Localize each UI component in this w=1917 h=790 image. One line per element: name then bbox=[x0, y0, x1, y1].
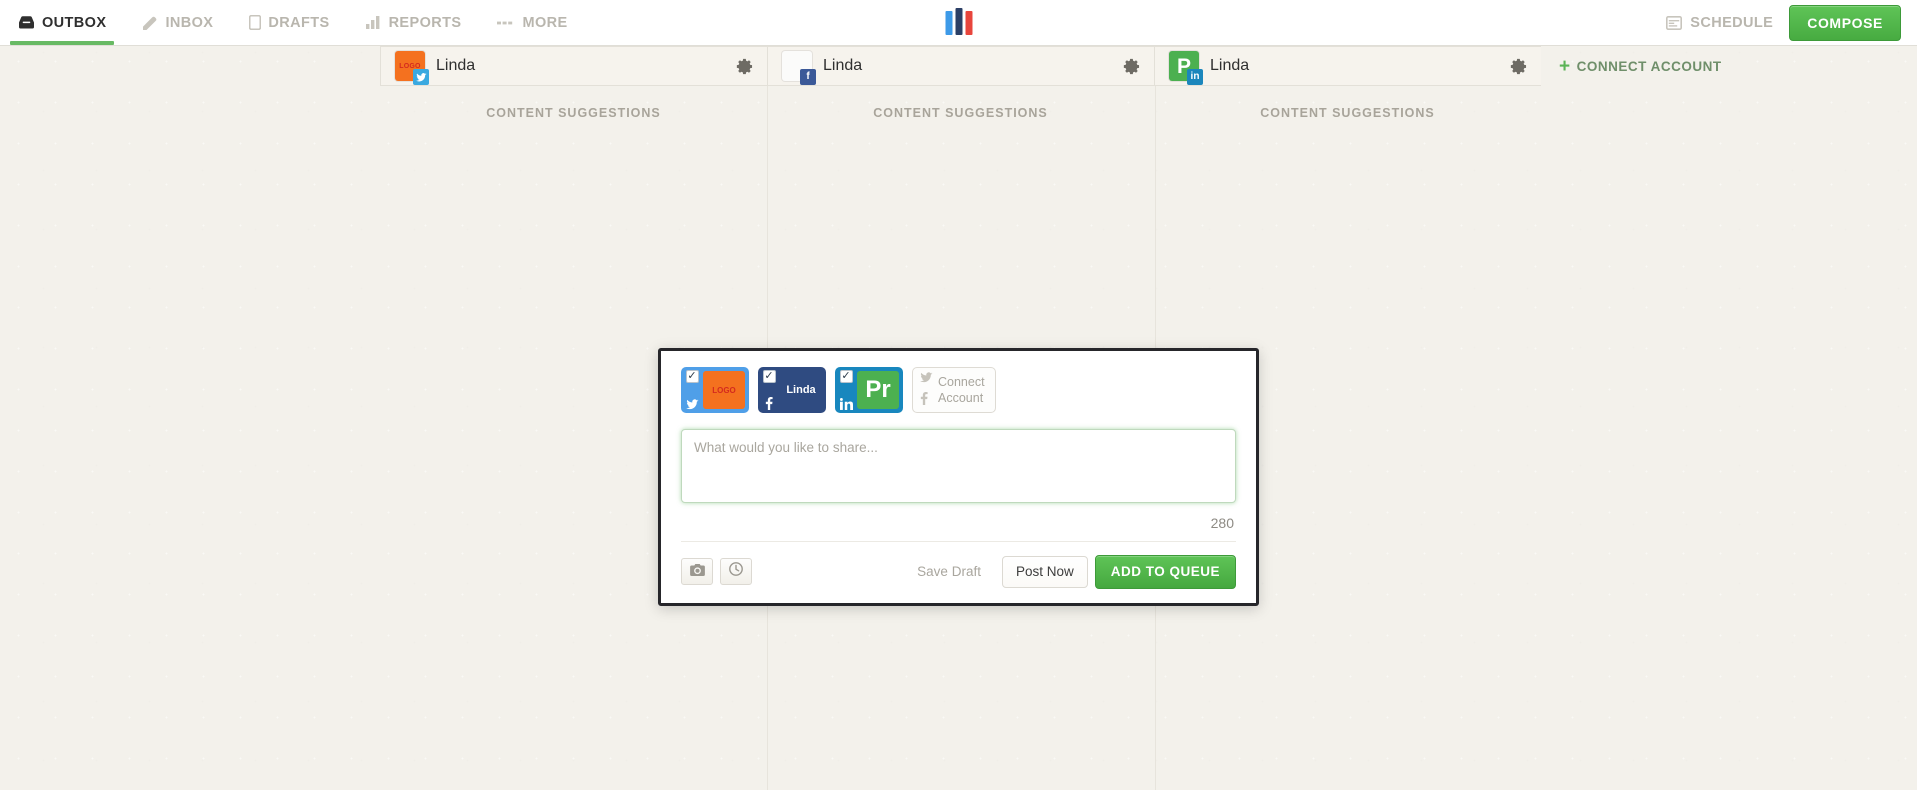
account-name: Linda bbox=[823, 57, 863, 74]
facebook-badge-icon: f bbox=[800, 69, 816, 85]
content-suggestions-label: CONTENT SUGGESTIONS bbox=[1260, 106, 1435, 120]
schedule-label: SCHEDULE bbox=[1690, 14, 1774, 31]
schedule-button[interactable]: SCHEDULE bbox=[1666, 15, 1773, 31]
account-header[interactable]: f Linda bbox=[767, 46, 1154, 86]
nav-item-reports[interactable]: REPORTS bbox=[348, 0, 480, 45]
composer-wrapper: 280 bbox=[681, 429, 1236, 531]
gear-icon[interactable] bbox=[1508, 57, 1527, 76]
facebook-icon bbox=[920, 392, 933, 410]
character-counter: 280 bbox=[1210, 515, 1234, 531]
chip-connect-labels: Connect Account bbox=[938, 375, 985, 406]
chip-rail: ✓ bbox=[681, 367, 703, 413]
chip-avatar: Linda bbox=[780, 371, 822, 409]
primary-nav: OUTBOX INBOX DRAFTS REPORTS MORE bbox=[0, 0, 586, 45]
nav-item-outbox[interactable]: OUTBOX bbox=[0, 0, 124, 45]
logo-bar-navy bbox=[955, 8, 962, 35]
plus-icon: + bbox=[1559, 55, 1571, 77]
chip-avatar-text: LOGO bbox=[712, 385, 736, 395]
account-chip-facebook[interactable]: ✓ Linda bbox=[758, 367, 826, 413]
add-to-queue-button[interactable]: ADD TO QUEUE bbox=[1094, 555, 1236, 589]
more-icon bbox=[497, 20, 515, 26]
nav-label-drafts: DRAFTS bbox=[268, 14, 330, 31]
nav-label-reports: REPORTS bbox=[388, 14, 462, 31]
nav-item-more[interactable]: MORE bbox=[479, 0, 585, 45]
save-draft-button[interactable]: Save Draft bbox=[903, 556, 995, 588]
post-now-button[interactable]: Post Now bbox=[1001, 556, 1088, 588]
top-navigation-bar: OUTBOX INBOX DRAFTS REPORTS MORE SCHEDUL… bbox=[0, 0, 1917, 46]
twitter-icon bbox=[920, 370, 933, 388]
connect-account-button[interactable]: + CONNECT ACCOUNT bbox=[1541, 46, 1722, 86]
outbox-icon bbox=[18, 16, 35, 29]
account-chip-linkedin[interactable]: ✓ Pr bbox=[835, 367, 903, 413]
chip-checkbox[interactable]: ✓ bbox=[762, 370, 776, 383]
chip-rail: ✓ bbox=[758, 367, 780, 413]
chip-rail: ✓ bbox=[835, 367, 857, 413]
account-name: Linda bbox=[436, 57, 476, 74]
avatar: LOGO bbox=[395, 51, 429, 85]
connect-account-label: CONNECT ACCOUNT bbox=[1576, 58, 1722, 74]
twitter-badge-icon bbox=[413, 69, 429, 85]
brand-logo[interactable] bbox=[945, 7, 972, 35]
nav-label-outbox: OUTBOX bbox=[42, 14, 107, 31]
connect-line-2: Account bbox=[938, 390, 984, 405]
chip-checkbox[interactable]: ✓ bbox=[839, 370, 853, 383]
account-header[interactable]: P in Linda bbox=[1154, 46, 1541, 86]
attach-photo-button[interactable] bbox=[681, 558, 713, 586]
gear-icon[interactable] bbox=[1121, 57, 1140, 76]
nav-item-drafts[interactable]: DRAFTS bbox=[231, 0, 347, 45]
account-chip-twitter[interactable]: ✓ LOGO bbox=[681, 367, 749, 413]
connect-account-chip[interactable]: Connect Account bbox=[912, 367, 996, 413]
clock-icon bbox=[729, 562, 743, 581]
avatar: f bbox=[782, 51, 816, 85]
twitter-icon bbox=[685, 399, 699, 410]
gear-icon[interactable] bbox=[734, 57, 753, 76]
facebook-icon bbox=[765, 397, 773, 410]
camera-icon bbox=[689, 563, 705, 581]
reports-icon bbox=[365, 16, 382, 29]
account-name: Linda bbox=[1210, 57, 1250, 74]
logo-bar-blue bbox=[945, 11, 952, 35]
compose-button[interactable]: COMPOSE bbox=[1789, 4, 1901, 41]
avatar: P in bbox=[1169, 51, 1203, 85]
inbox-icon bbox=[142, 16, 158, 30]
logo-bar-red bbox=[965, 11, 972, 35]
content-suggestions-label: CONTENT SUGGESTIONS bbox=[873, 106, 1048, 120]
linkedin-icon bbox=[839, 398, 853, 410]
connect-line-1: Connect bbox=[938, 374, 985, 389]
compose-modal: ✓ LOGO ✓ Linda ✓ Pr Connect Account What… bbox=[658, 348, 1259, 606]
nav-label-inbox: INBOX bbox=[165, 14, 214, 31]
account-selector-chips: ✓ LOGO ✓ Linda ✓ Pr Connect Account bbox=[681, 367, 1236, 413]
compose-footer: Save Draft Post Now ADD TO QUEUE bbox=[681, 541, 1236, 589]
nav-actions: SCHEDULE COMPOSE bbox=[1666, 0, 1917, 45]
chip-connect-icons bbox=[920, 370, 933, 410]
linkedin-badge-icon: in bbox=[1187, 69, 1203, 85]
compose-actions: Save Draft Post Now ADD TO QUEUE bbox=[903, 555, 1236, 589]
calendar-icon bbox=[1666, 15, 1683, 30]
nav-label-more: MORE bbox=[522, 14, 568, 31]
content-suggestions-label: CONTENT SUGGESTIONS bbox=[486, 106, 661, 120]
account-header[interactable]: LOGO Linda bbox=[380, 46, 767, 86]
drafts-icon bbox=[249, 15, 262, 30]
chip-avatar-text: Pr bbox=[865, 376, 891, 403]
chip-avatar: Pr bbox=[857, 371, 899, 409]
chip-avatar: LOGO bbox=[703, 371, 745, 409]
chip-avatar-text: Linda bbox=[786, 384, 816, 396]
nav-item-inbox[interactable]: INBOX bbox=[124, 0, 231, 45]
schedule-time-button[interactable] bbox=[720, 558, 752, 586]
composer-textarea[interactable] bbox=[681, 429, 1236, 503]
chip-checkbox[interactable]: ✓ bbox=[685, 370, 699, 383]
